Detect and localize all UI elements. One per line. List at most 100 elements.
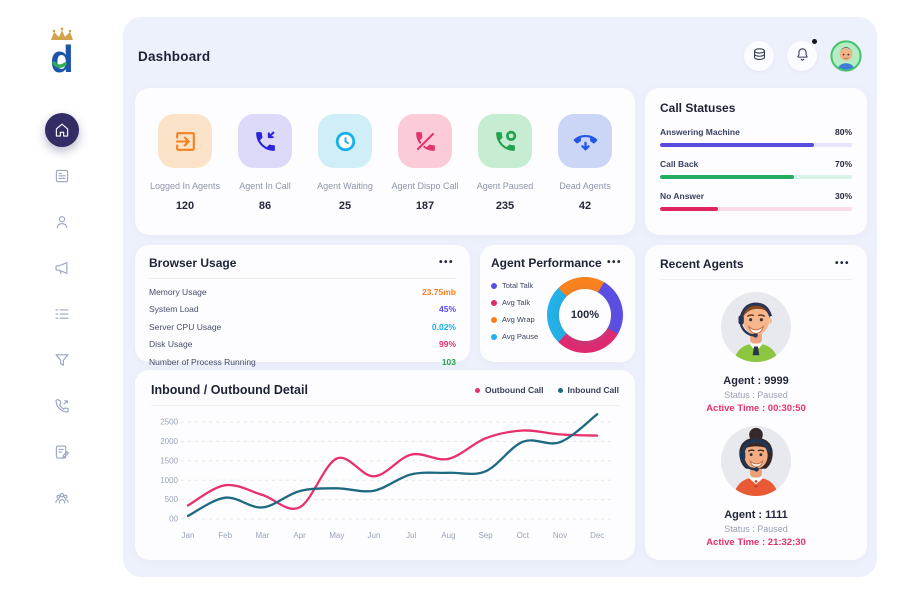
chart-series-outbound-call (188, 430, 597, 508)
call-statuses-card: Call Statuses Answering Machine 80% Call… (645, 88, 867, 235)
phone-down-icon (558, 114, 612, 168)
progress-track (660, 143, 852, 147)
legend-label: Outbound Call (485, 385, 544, 395)
legend-dot (491, 300, 497, 306)
status-label: Answering Machine (660, 127, 740, 137)
usage-rows: Memory Usage 23.75mbSystem Load 45%Serve… (149, 287, 456, 367)
stat-label: Logged In Agents (145, 181, 225, 191)
legend-label: Inbound Call (568, 385, 619, 395)
stat-card-logged-in-agents: Logged In Agents 120 (145, 114, 225, 235)
notifications-button[interactable] (787, 41, 817, 71)
call-statuses-title: Call Statuses (660, 101, 735, 115)
x-tick-label: Mar (256, 531, 270, 540)
usage-row: Memory Usage 23.75mb (149, 287, 456, 297)
x-tick-label: Sep (478, 531, 493, 540)
list-icon (53, 305, 71, 323)
progress-fill (660, 143, 814, 147)
x-tick-label: Nov (553, 531, 567, 540)
status-rows: Answering Machine 80% Call Back 70% No A… (660, 127, 852, 211)
legend-dot (475, 388, 480, 393)
chart-legend-item-inbound-call: Inbound Call (558, 385, 619, 395)
progress-fill (660, 175, 794, 179)
x-tick-label: Jul (406, 531, 416, 540)
stat-card-agent-waiting: Agent Waiting 25 (305, 114, 385, 235)
y-tick-label: 2000 (160, 437, 178, 446)
recent-agents-card: Recent Agents ••• Agent : 9999 Status : … (645, 245, 867, 560)
sidebar-item-list[interactable] (45, 297, 79, 331)
phone-pause-icon (478, 114, 532, 168)
usage-label: System Load (149, 304, 199, 314)
x-tick-label: Aug (441, 531, 455, 540)
sidebar-nav (45, 113, 79, 515)
agent-active-time: Active Time : 21:32:30 (660, 537, 852, 548)
stat-card-agent-dispo-call: Agent Dispo Call 187 (385, 114, 465, 235)
team-icon (53, 489, 71, 507)
usage-row: Disk Usage 99% (149, 339, 456, 349)
stat-label: Agent Paused (465, 181, 545, 191)
recent-agents-menu-button[interactable]: ••• (833, 257, 852, 271)
stat-value: 42 (545, 200, 625, 212)
home-icon (53, 121, 71, 139)
agent-id: Agent : 9999 (660, 375, 852, 387)
agent-performance-menu-button[interactable]: ••• (605, 256, 624, 270)
donut-center-label: 100% (559, 289, 611, 341)
avatar-image (830, 40, 862, 72)
agent-block: Agent : 9999 Status : Paused Active Time… (660, 291, 852, 414)
agent-status: Status : Paused (660, 524, 852, 534)
notification-dot (812, 39, 817, 44)
divider (149, 278, 456, 279)
stat-card-agent-in-call: Agent In Call 86 (225, 114, 305, 235)
legend-label: Avg Pause (502, 332, 538, 341)
stat-label: Agent Waiting (305, 181, 385, 191)
filter-icon (53, 351, 71, 369)
stat-value: 25 (305, 200, 385, 212)
usage-label: Memory Usage (149, 287, 207, 297)
usage-value: 103 (442, 357, 456, 367)
sidebar-item-user[interactable] (45, 205, 79, 239)
agent-id: Agent : 1111 (660, 509, 852, 521)
chart-legend-item-outbound-call: Outbound Call (475, 385, 544, 395)
sidebar-item-megaphone[interactable] (45, 251, 79, 285)
y-tick-label: 2500 (160, 418, 178, 427)
legend-item-avg-wrap: Avg Wrap (491, 315, 538, 324)
browser-usage-menu-button[interactable]: ••• (437, 256, 456, 270)
status-value: 70% (835, 159, 852, 169)
phone-icon (53, 397, 71, 415)
legend-dot (558, 388, 563, 393)
database-button[interactable] (744, 41, 774, 71)
stat-value: 120 (145, 200, 225, 212)
legend-item-total-talk: Total Talk (491, 281, 538, 290)
main-panel: Dashboard (123, 17, 877, 577)
x-tick-label: Dec (590, 531, 604, 540)
stat-card-dead-agents: Dead Agents 42 (545, 114, 625, 235)
app-logo[interactable]: d (39, 26, 85, 85)
bell-icon (794, 46, 811, 66)
legend-item-avg-talk: Avg Talk (491, 298, 538, 307)
sidebar-item-team[interactable] (45, 481, 79, 515)
agent-status: Status : Paused (660, 390, 852, 400)
sidebar-item-phone[interactable] (45, 389, 79, 423)
agent-performance-card: Agent Performance ••• Total Talk Avg Tal… (480, 245, 635, 362)
user-avatar[interactable] (830, 40, 862, 72)
sidebar-item-filter[interactable] (45, 343, 79, 377)
sidebar-item-report[interactable] (45, 159, 79, 193)
legend-label: Avg Wrap (502, 315, 535, 324)
svg-text:d: d (50, 39, 73, 80)
chart-legend: Outbound Call Inbound Call (475, 385, 619, 395)
progress-track (660, 175, 852, 179)
usage-value: 23.75mb (422, 287, 456, 297)
stat-label: Dead Agents (545, 181, 625, 191)
status-label: No Answer (660, 191, 704, 201)
stat-label: Agent Dispo Call (385, 181, 465, 191)
x-tick-label: Jan (182, 531, 195, 540)
legend-dot (491, 283, 497, 289)
sidebar-item-note[interactable] (45, 435, 79, 469)
y-tick-label: 00 (169, 515, 178, 524)
legend-item-avg-pause: Avg Pause (491, 332, 538, 341)
sidebar: d (0, 0, 123, 600)
stat-value: 235 (465, 200, 545, 212)
sidebar-item-home[interactable] (45, 113, 79, 147)
agent-block: Agent : 1111 Status : Paused Active Time… (660, 425, 852, 548)
usage-row: Number of Process Running 103 (149, 357, 456, 367)
x-tick-label: Apr (293, 531, 306, 540)
